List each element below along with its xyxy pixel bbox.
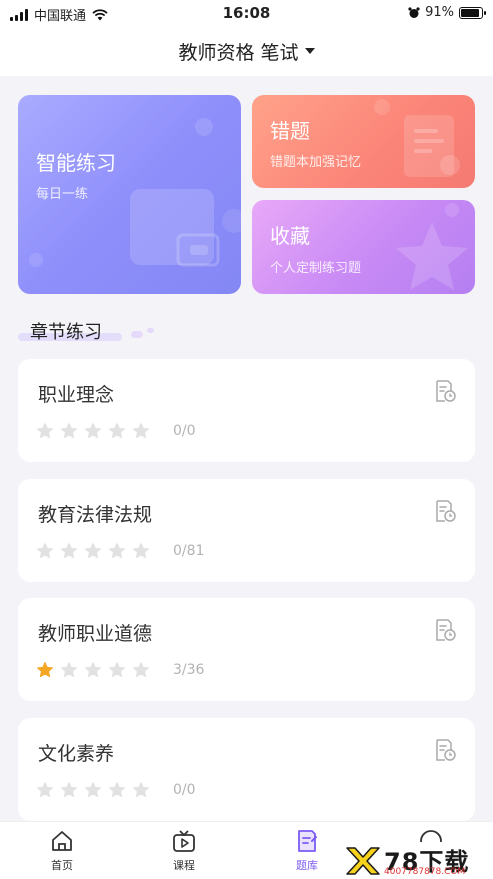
alarm-icon — [408, 6, 420, 18]
watermark-url: 4007787878.COM — [384, 867, 466, 877]
star-empty-icon — [133, 543, 149, 559]
favorites-subtitle: 个人定制练习题 — [270, 261, 362, 276]
record-history-icon[interactable] — [433, 738, 457, 762]
tab-courses[interactable]: 课程 — [144, 828, 224, 873]
star-empty-icon — [85, 662, 101, 678]
star-empty-icon — [37, 423, 53, 439]
tab-question-bank[interactable]: 题库 — [267, 828, 347, 873]
battery-icon — [459, 6, 486, 19]
top-header: 教师资格 笔试 — [0, 26, 493, 76]
chapter-name: 教师职业道德 — [38, 623, 153, 645]
favorites-card[interactable]: 收藏 个人定制练习题 — [252, 200, 475, 294]
smart-practice-title: 智能练习 — [36, 151, 116, 175]
star-empty-icon — [109, 782, 125, 798]
wrong-questions-subtitle: 错题本加强记忆 — [270, 155, 362, 170]
exam-type-selector[interactable]: 教师资格 笔试 — [178, 38, 315, 65]
smart-practice-subtitle: 每日一练 — [36, 187, 89, 202]
question-bank-icon — [298, 830, 317, 852]
star-empty-icon — [85, 782, 101, 798]
record-history-icon[interactable] — [433, 499, 457, 523]
rating-stars — [36, 422, 150, 440]
chapter-name: 文化素养 — [38, 743, 115, 765]
status-bar: 中国联通 16:08 91% — [0, 0, 493, 26]
tab-home-label: 首页 — [51, 859, 73, 872]
chapter-card[interactable]: 教师职业道德 3/36 — [18, 598, 475, 701]
home-icon — [52, 831, 72, 851]
star-empty-icon — [61, 782, 77, 798]
chapter-progress: 0/81 — [173, 543, 205, 559]
star-empty-icon — [61, 423, 77, 439]
section-dot — [131, 331, 143, 338]
chapter-progress: 3/36 — [173, 662, 205, 678]
chapter-name: 教育法律法规 — [38, 504, 153, 526]
rating-stars — [36, 661, 150, 679]
wrong-questions-card[interactable]: 错题 错题本加强记忆 — [252, 95, 475, 188]
site-watermark: 78下载 4007787878.COM — [340, 842, 493, 879]
star-empty-icon — [85, 423, 101, 439]
section-dot — [147, 328, 154, 333]
star-empty-icon — [133, 782, 149, 798]
chapter-card[interactable]: 职业理念 0/0 — [18, 359, 475, 462]
rating-stars — [36, 781, 150, 799]
tv-play-icon — [173, 830, 195, 852]
chapter-card[interactable]: 教育法律法规 0/81 — [18, 479, 475, 582]
chapter-progress: 0/0 — [173, 782, 196, 798]
wrong-questions-title: 错题 — [270, 119, 310, 143]
book-icon — [130, 189, 220, 267]
chapter-progress: 0/0 — [173, 423, 196, 439]
tab-courses-label: 课程 — [173, 859, 195, 872]
smart-practice-card[interactable]: 智能练习 每日一练 — [18, 95, 241, 294]
star-empty-icon — [109, 543, 125, 559]
chapter-name: 职业理念 — [38, 384, 115, 406]
watermark-logo-icon — [346, 847, 380, 875]
record-history-icon[interactable] — [433, 618, 457, 642]
star-empty-icon — [109, 423, 125, 439]
star-icon — [396, 222, 468, 290]
star-empty-icon — [61, 662, 77, 678]
page-title: 教师资格 笔试 — [178, 41, 299, 64]
chapter-practice-heading: 章节练习 — [30, 322, 102, 343]
star-empty-icon — [37, 543, 53, 559]
battery-percent: 91% — [425, 5, 454, 20]
error-notebook-icon — [404, 115, 460, 177]
star-empty-icon — [61, 543, 77, 559]
rating-stars — [36, 542, 150, 560]
star-empty-icon — [85, 543, 101, 559]
star-empty-icon — [109, 662, 125, 678]
tab-home[interactable]: 首页 — [22, 828, 102, 873]
tab-question-bank-label: 题库 — [296, 859, 318, 872]
star-empty-icon — [37, 782, 53, 798]
chapter-card[interactable]: 文化素养 0/0 — [18, 718, 475, 821]
favorites-title: 收藏 — [270, 224, 310, 248]
star-empty-icon — [133, 662, 149, 678]
record-history-icon[interactable] — [433, 379, 457, 403]
star-empty-icon — [133, 423, 149, 439]
dropdown-caret-icon — [304, 48, 315, 54]
star-filled-icon — [37, 662, 53, 678]
